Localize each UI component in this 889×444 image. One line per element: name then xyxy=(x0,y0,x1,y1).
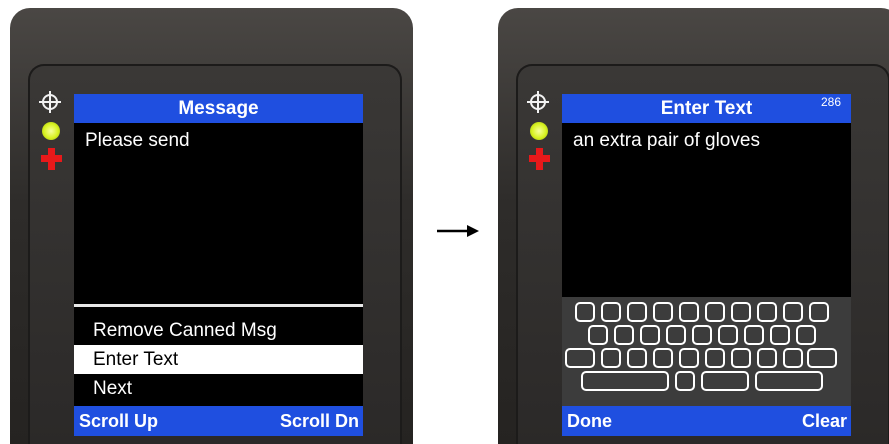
keyboard-key[interactable] xyxy=(640,325,660,345)
device-right: Enter Text 286 an extra pair of gloves D… xyxy=(498,8,889,444)
keyboard-key[interactable] xyxy=(692,325,712,345)
menu-item-remove-canned-msg[interactable]: Remove Canned Msg xyxy=(74,316,363,345)
keyboard-key[interactable] xyxy=(679,348,699,368)
keyboard-key[interactable] xyxy=(757,348,777,368)
clear-softkey[interactable]: Clear xyxy=(802,406,847,436)
keyboard-key[interactable] xyxy=(575,302,595,322)
crosshair-icon xyxy=(527,91,549,113)
status-led-icon xyxy=(530,122,548,140)
enter-key[interactable] xyxy=(755,371,823,391)
keyboard-key[interactable] xyxy=(705,302,725,322)
crosshair-icon xyxy=(39,91,61,113)
character-counter: 286 xyxy=(820,95,841,109)
screen-title-label: Enter Text xyxy=(660,98,753,119)
keyboard-key[interactable] xyxy=(653,348,673,368)
status-led-icon xyxy=(42,122,60,140)
keyboard-key[interactable] xyxy=(614,325,634,345)
keyboard-key[interactable] xyxy=(679,302,699,322)
menu-item-next[interactable]: Next xyxy=(74,374,363,403)
keyboard-key[interactable] xyxy=(675,371,695,391)
keyboard-key[interactable] xyxy=(731,302,751,322)
keyboard-key[interactable] xyxy=(796,325,816,345)
keyboard-key[interactable] xyxy=(809,302,829,322)
enter-text-screen: Enter Text 286 an extra pair of gloves D… xyxy=(562,94,851,436)
options-menu: Remove Canned Msg Enter Text Next xyxy=(74,316,363,403)
menu-divider xyxy=(74,304,363,307)
keyboard-key[interactable] xyxy=(653,302,673,322)
keyboard-key[interactable] xyxy=(601,348,621,368)
space-key[interactable] xyxy=(701,371,749,391)
softkey-bar: Done Clear xyxy=(562,406,851,436)
entered-text-field[interactable]: an extra pair of gloves xyxy=(573,129,760,153)
on-screen-keyboard xyxy=(562,297,851,407)
screen-title: Enter Text 286 xyxy=(562,94,851,123)
keyboard-key[interactable] xyxy=(757,302,777,322)
keyboard-key[interactable] xyxy=(627,348,647,368)
keyboard-key[interactable] xyxy=(744,325,764,345)
keyboard-key[interactable] xyxy=(731,348,751,368)
scroll-up-softkey[interactable]: Scroll Up xyxy=(79,406,158,436)
keyboard-key[interactable] xyxy=(627,302,647,322)
keyboard-key[interactable] xyxy=(783,348,803,368)
keyboard-key[interactable] xyxy=(666,325,686,345)
backspace-key[interactable] xyxy=(807,348,837,368)
keyboard-key[interactable] xyxy=(705,348,725,368)
menu-item-enter-text[interactable]: Enter Text xyxy=(74,345,363,374)
symbols-key[interactable] xyxy=(581,371,669,391)
keyboard-key[interactable] xyxy=(770,325,790,345)
softkey-bar: Scroll Up Scroll Dn xyxy=(74,406,363,436)
keyboard-key[interactable] xyxy=(783,302,803,322)
device-left: Message Please send Remove Canned Msg En… xyxy=(10,8,413,444)
red-cross-icon xyxy=(41,148,62,170)
screen-title: Message xyxy=(74,94,363,123)
arrow-right-icon xyxy=(437,225,479,237)
keyboard-key[interactable] xyxy=(588,325,608,345)
done-softkey[interactable]: Done xyxy=(567,406,612,436)
shift-key[interactable] xyxy=(565,348,595,368)
scroll-down-softkey[interactable]: Scroll Dn xyxy=(280,406,359,436)
keyboard-key[interactable] xyxy=(718,325,738,345)
red-cross-icon xyxy=(529,148,550,170)
message-screen: Message Please send Remove Canned Msg En… xyxy=(74,94,363,436)
keyboard-key[interactable] xyxy=(601,302,621,322)
message-text: Please send xyxy=(85,130,190,151)
